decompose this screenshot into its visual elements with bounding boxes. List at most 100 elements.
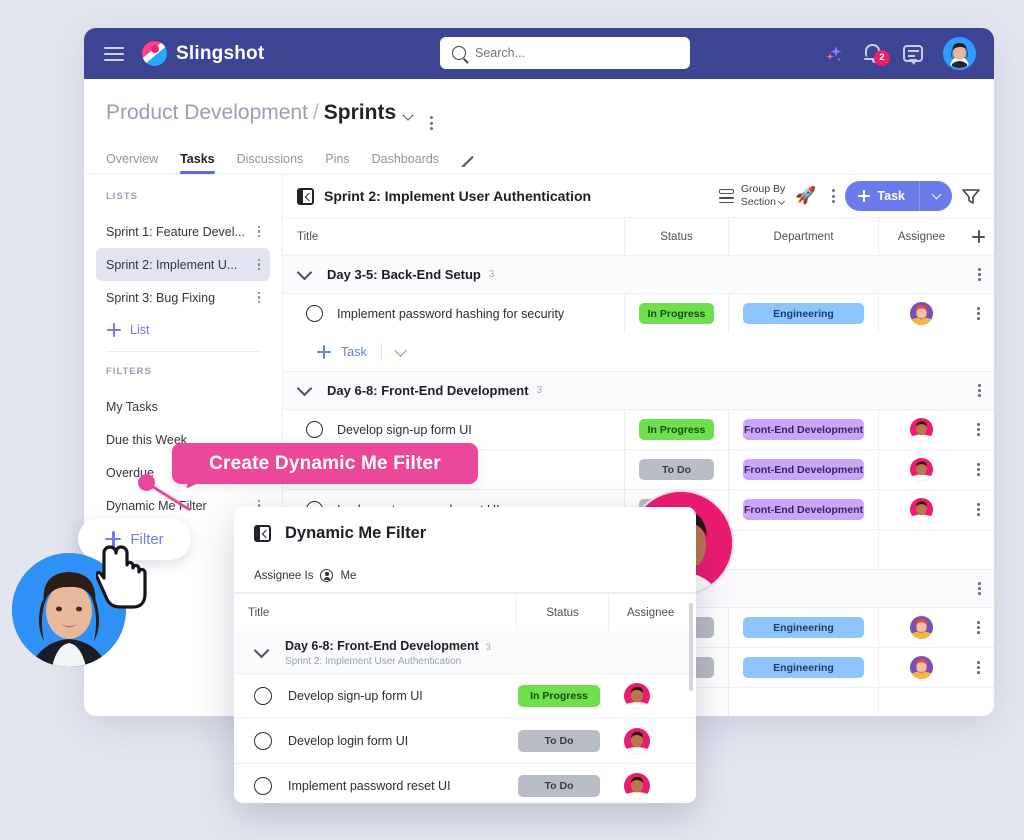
plus-icon bbox=[317, 345, 331, 359]
assignee-avatar[interactable] bbox=[910, 302, 933, 325]
group-more-options-icon[interactable] bbox=[965, 582, 994, 595]
sidebar-item-label: Sprint 3: Bug Fixing bbox=[106, 290, 216, 305]
dialog-table-row[interactable]: Implement password reset UI To Do bbox=[234, 763, 696, 803]
assignee-avatar[interactable] bbox=[910, 458, 933, 481]
assignee-avatar[interactable] bbox=[910, 616, 933, 639]
assignee-avatar[interactable] bbox=[910, 656, 933, 679]
group-count: 3 bbox=[488, 269, 495, 280]
department-badge[interactable]: Engineering bbox=[743, 657, 864, 678]
row-more-options-icon[interactable] bbox=[964, 621, 993, 634]
screenshot-root: Slingshot 2 bbox=[0, 0, 1024, 840]
department-badge[interactable]: Engineering bbox=[743, 617, 864, 638]
group-by-label: Group By bbox=[740, 182, 786, 195]
chevron-down-icon[interactable] bbox=[296, 380, 313, 397]
department-badge[interactable]: Engineering bbox=[743, 303, 864, 324]
rocket-icon[interactable]: 🚀 bbox=[795, 186, 816, 206]
department-badge[interactable]: Front-End Development bbox=[743, 499, 864, 520]
tab-tasks[interactable]: Tasks bbox=[180, 152, 215, 174]
status-badge[interactable]: In Progress bbox=[639, 419, 714, 440]
add-task-dropdown[interactable] bbox=[920, 189, 952, 201]
group-by-control[interactable]: Group By Section bbox=[718, 182, 786, 210]
status-badge[interactable]: In Progress bbox=[639, 303, 714, 324]
collapse-panel-icon[interactable] bbox=[297, 187, 314, 205]
group-by-icon bbox=[718, 188, 734, 204]
tab-pins[interactable]: Pins bbox=[325, 152, 349, 174]
chevron-down-icon[interactable] bbox=[402, 109, 414, 121]
notifications-bell-icon[interactable]: 2 bbox=[864, 43, 890, 66]
status-badge[interactable]: To Do bbox=[518, 730, 600, 752]
search-input[interactable] bbox=[475, 46, 678, 60]
inline-add-task-row[interactable]: Task bbox=[283, 333, 994, 371]
task-complete-checkbox[interactable] bbox=[254, 732, 272, 750]
list-more-options-icon[interactable] bbox=[257, 291, 260, 304]
task-group-header[interactable]: Day 3-5: Back-End Setup 3 bbox=[283, 255, 994, 293]
status-badge[interactable]: To Do bbox=[518, 775, 600, 797]
task-complete-checkbox[interactable] bbox=[306, 305, 323, 322]
sidebar-filters-header: FILTERS bbox=[106, 366, 152, 377]
tab-discussions[interactable]: Discussions bbox=[237, 152, 304, 174]
add-column-button[interactable] bbox=[964, 230, 993, 243]
tab-overview[interactable]: Overview bbox=[106, 152, 158, 174]
chat-icon[interactable] bbox=[903, 45, 923, 65]
assignee-avatar[interactable] bbox=[624, 773, 650, 799]
task-complete-checkbox[interactable] bbox=[254, 687, 272, 705]
assignee-avatar[interactable] bbox=[910, 418, 933, 441]
column-header-assignee: Assignee bbox=[608, 594, 696, 631]
filter-funnel-icon[interactable] bbox=[962, 188, 980, 204]
breadcrumb-parent[interactable]: Product Development bbox=[106, 101, 308, 125]
row-more-options-icon[interactable] bbox=[964, 503, 993, 516]
group-name: Day 6-8: Front-End Development bbox=[285, 639, 479, 653]
ai-sparkle-icon[interactable] bbox=[823, 43, 845, 65]
edit-pencil-icon[interactable] bbox=[461, 151, 476, 166]
assignee-avatar[interactable] bbox=[910, 498, 933, 521]
filter-condition-row[interactable]: Assignee Is Me bbox=[234, 559, 696, 593]
filter-condition-value: Me bbox=[340, 569, 357, 582]
add-list-button[interactable]: List bbox=[84, 314, 282, 337]
chevron-down-icon[interactable] bbox=[253, 642, 270, 658]
list-more-options-icon[interactable] bbox=[832, 189, 836, 203]
sidebar-filter-my-tasks[interactable]: My Tasks bbox=[96, 390, 270, 423]
table-row[interactable]: Implement password hashing for security … bbox=[283, 293, 994, 333]
department-badge[interactable]: Front-End Development bbox=[743, 419, 864, 440]
department-badge[interactable]: Front-End Development bbox=[743, 459, 864, 480]
list-panel-toolbar: Sprint 2: Implement User Authentication … bbox=[283, 175, 994, 217]
task-complete-checkbox[interactable] bbox=[254, 777, 272, 795]
assignee-avatar[interactable] bbox=[624, 683, 650, 709]
hamburger-menu-icon[interactable] bbox=[104, 43, 124, 65]
brand-logo[interactable]: Slingshot bbox=[142, 41, 264, 66]
group-more-options-icon[interactable] bbox=[965, 384, 994, 397]
task-complete-checkbox[interactable] bbox=[306, 421, 323, 438]
group-by-value: Section bbox=[740, 196, 776, 208]
group-count: 3 bbox=[536, 385, 543, 396]
user-avatar[interactable] bbox=[943, 37, 976, 70]
dialog-scrollbar[interactable] bbox=[689, 603, 693, 691]
page-more-options-icon[interactable] bbox=[430, 116, 434, 130]
dialog-group-header[interactable]: Day 6-8: Front-End Development 3 Sprint 2… bbox=[234, 631, 696, 673]
group-more-options-icon[interactable] bbox=[965, 268, 994, 281]
row-more-options-icon[interactable] bbox=[964, 463, 993, 476]
row-more-options-icon[interactable] bbox=[964, 307, 993, 320]
chevron-down-icon[interactable] bbox=[296, 264, 313, 281]
task-group-header[interactable]: Day 6-8: Front-End Development 3 bbox=[283, 371, 994, 409]
assignee-avatar[interactable] bbox=[624, 728, 650, 754]
sidebar-item-sprint-2[interactable]: Sprint 2: Implement U... bbox=[96, 248, 270, 281]
dialog-header: Dynamic Me Filter bbox=[234, 507, 696, 559]
chevron-down-icon[interactable] bbox=[393, 343, 407, 357]
row-more-options-icon[interactable] bbox=[964, 423, 993, 436]
collapse-panel-icon[interactable] bbox=[254, 524, 271, 542]
sidebar-item-sprint-1[interactable]: Sprint 1: Feature Devel... bbox=[96, 215, 270, 248]
list-more-options-icon[interactable] bbox=[257, 225, 260, 238]
sidebar-lists-header: LISTS bbox=[106, 191, 138, 202]
list-more-options-icon[interactable] bbox=[257, 258, 260, 271]
row-more-options-icon[interactable] bbox=[964, 661, 993, 674]
top-navigation-bar: Slingshot 2 bbox=[84, 28, 994, 79]
status-badge[interactable]: In Progress bbox=[518, 685, 600, 707]
add-task-button[interactable]: Task bbox=[845, 181, 952, 211]
dialog-table-row[interactable]: Develop sign-up form UI In Progress bbox=[234, 673, 696, 718]
sidebar-item-sprint-3[interactable]: Sprint 3: Bug Fixing bbox=[96, 281, 270, 314]
search-box[interactable] bbox=[440, 37, 690, 69]
status-badge[interactable]: To Do bbox=[639, 459, 714, 480]
dialog-table-row[interactable]: Develop login form UI To Do bbox=[234, 718, 696, 763]
group-subtitle: Sprint 2: Implement User Authentication bbox=[285, 656, 462, 667]
tab-dashboards[interactable]: Dashboards bbox=[372, 152, 439, 174]
